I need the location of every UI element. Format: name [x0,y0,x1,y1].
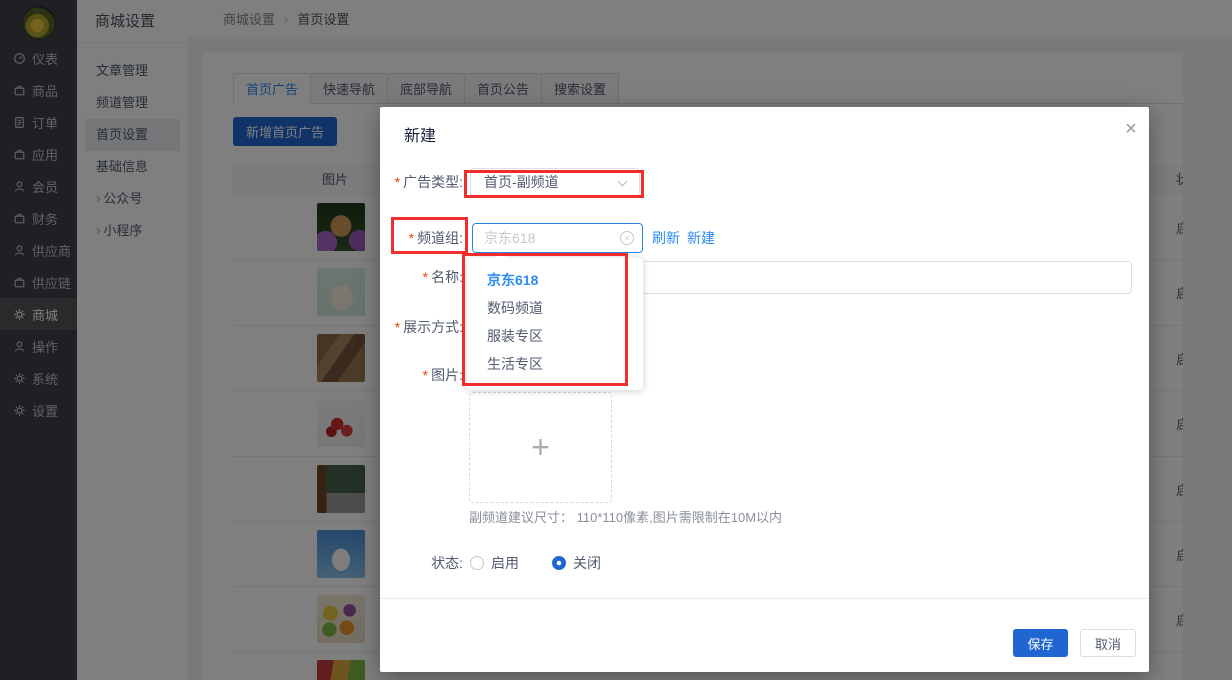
status-option-label: 关闭 [573,553,601,573]
name-label: *名称: [380,261,463,294]
status-radio-group: 启用 关闭 [470,548,601,578]
status-radio-checked[interactable] [552,556,566,570]
refresh-link[interactable]: 刷新 [652,223,680,253]
save-button[interactable]: 保存 [1013,629,1068,657]
annotation-box-ad-type [464,170,644,198]
status-radio-unchecked[interactable] [470,556,484,570]
channel-group-input[interactable] [473,224,642,252]
annotation-box-channel-group-label [391,217,468,254]
clear-icon[interactable]: × [620,231,634,245]
required-marker: * [423,367,428,383]
app-window: 仪表商品订单应用会员财务供应商供应链商城操作系统设置 商城设置 文章管理频道管理… [0,0,1232,680]
close-icon[interactable]: × [1118,117,1144,143]
footer-divider [380,598,1149,599]
status-option-label: 启用 [491,553,519,573]
image-label: *图片: [380,365,463,385]
required-marker: * [395,319,400,335]
plus-icon: + [531,429,550,466]
channel-group-field: × [472,223,643,253]
required-marker: * [423,269,428,285]
upload-hint: 副频道建议尺寸： 110*110像素,图片需限制在10M以内 [469,507,782,526]
cancel-button[interactable]: 取消 [1080,629,1136,657]
status-label: 状态: [380,548,463,578]
required-marker: * [395,174,400,190]
create-channel-link[interactable]: 新建 [687,223,715,253]
image-upload-box[interactable]: + [469,392,612,503]
modal-title: 新建 [404,122,436,146]
display-mode-label: *展示方式: [380,317,463,337]
annotation-box-dropdown [462,253,628,386]
ad-type-label: *广告类型: [380,168,463,196]
